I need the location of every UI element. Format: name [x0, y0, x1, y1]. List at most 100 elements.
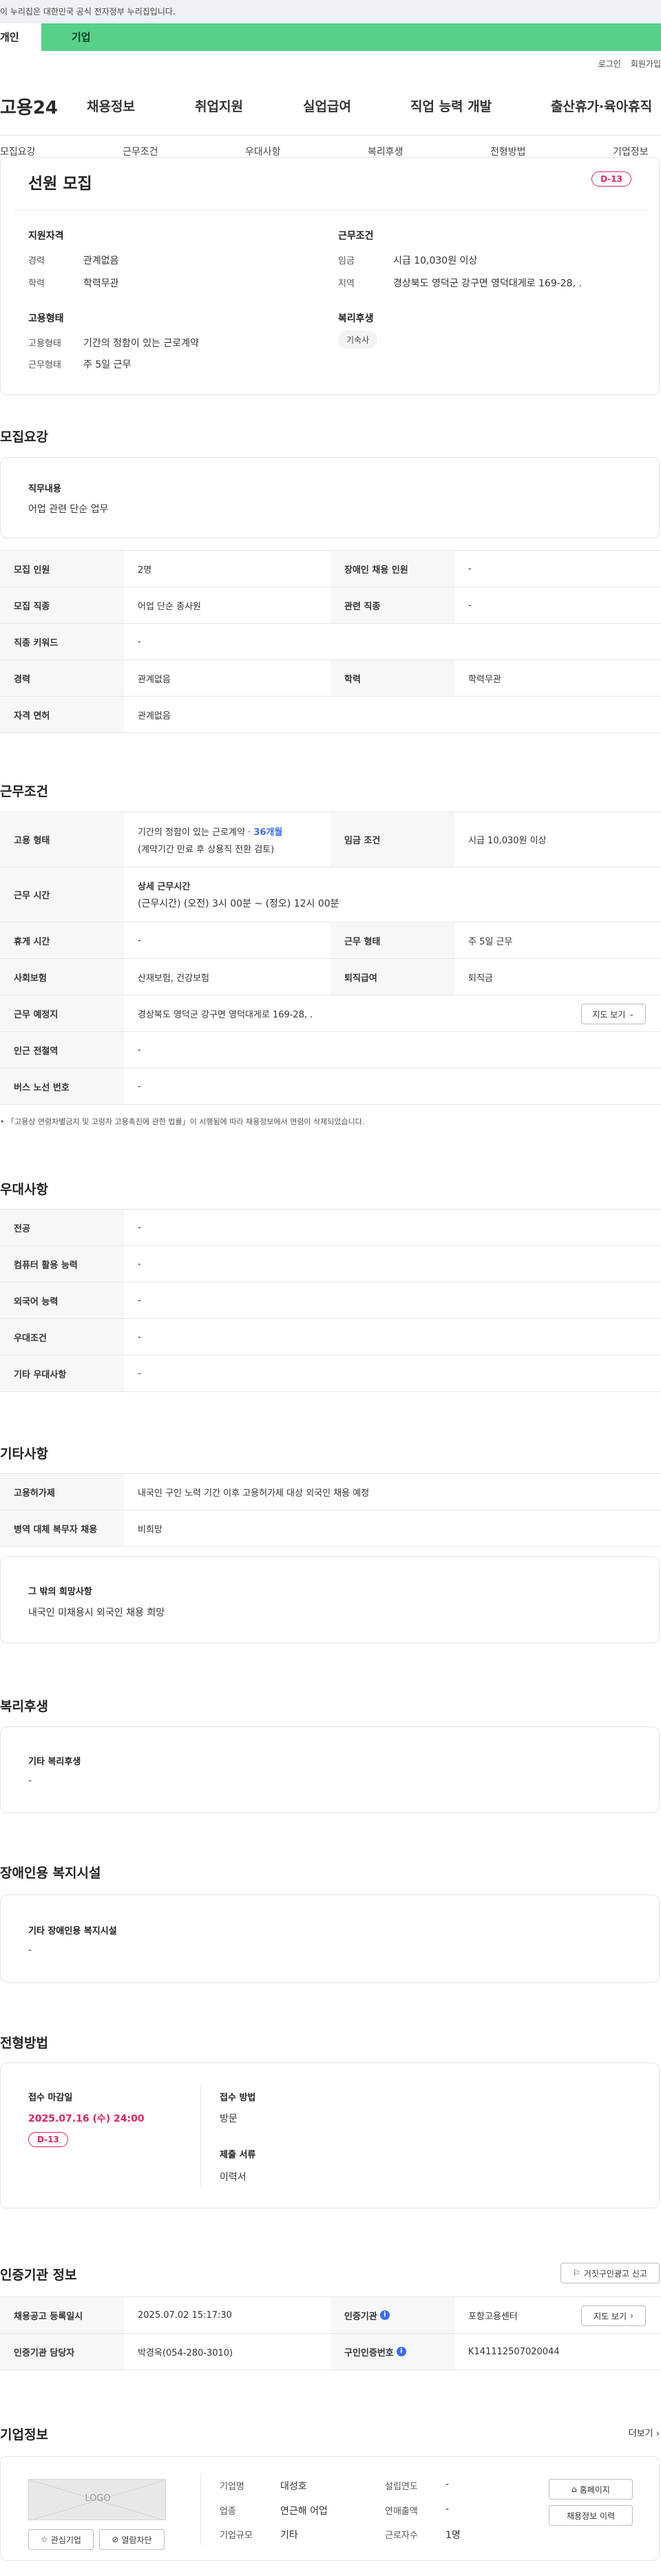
welfare-section-heading: 복리후생: [0, 1699, 48, 1714]
work-form-label: 근무형태: [28, 360, 61, 370]
place-value: 경상북도 영덕군 강구면 영덕대게로 169-28, .: [138, 1009, 313, 1020]
job-desc-card: 직무내용 어업 관련 단순 업무: [0, 457, 660, 538]
subnav-company[interactable]: 기업정보: [613, 145, 649, 158]
favorite-company-label: 관심기업: [50, 2535, 81, 2545]
pref-label: 우대조건: [0, 1319, 124, 1355]
table-row: 고용허가제 내국인 구인 노력 기간 이후 고용허가제 대상 외국인 채용 예정: [0, 1474, 661, 1510]
retire-label: 퇴직급여: [330, 959, 454, 995]
gnb-training[interactable]: 직업 능력 개발: [410, 96, 492, 115]
table-row: 모집 직종 어업 단순 종사원 관련 직종 -: [0, 587, 661, 624]
org-value: 포항고용센터: [468, 2311, 518, 2322]
wage-label: 임금 조건: [330, 812, 454, 867]
bell-icon: ⚐: [573, 2268, 580, 2278]
station-label: 인근 전철역: [0, 1032, 124, 1068]
hours-detail: (근무시간) (오전) 3시 00분 ~ (정오) 12시 00분: [138, 898, 339, 909]
license-value: 관계없음: [138, 710, 171, 721]
subnav-conditions[interactable]: 근무조건: [123, 145, 158, 158]
report-fake-ad-label: 거짓구인광고 신고: [583, 2268, 647, 2279]
dday-badge: D-13: [591, 171, 631, 187]
career-value: 관계없음: [83, 255, 119, 266]
homepage-button[interactable]: ⌂ 홈페이지: [549, 2479, 633, 2500]
docs-value: 이력서: [220, 2172, 246, 2183]
career-value: 관계없음: [138, 674, 171, 685]
break-label: 휴게 시간: [0, 922, 124, 958]
divider: [14, 210, 647, 211]
pc-value: -: [138, 1258, 141, 1269]
founded-value: -: [445, 2479, 450, 2490]
wish-card: 그 밖의 희망사항 내국인 미채용시 외국인 채용 희망: [0, 1556, 660, 1643]
block-view-button[interactable]: ⊘ 열람차단: [99, 2529, 165, 2550]
hours-cell: 상세 근무시간 (근무시간) (오전) 3시 00분 ~ (정오) 12시 00…: [124, 867, 661, 922]
signup-link[interactable]: 회원가입: [631, 59, 661, 69]
tab-company[interactable]: 기업: [72, 23, 91, 51]
wage-value: 시급 10,030원 이상: [468, 836, 547, 846]
block-icon: ⊘: [112, 2535, 119, 2544]
subnav-recruit[interactable]: 모집요강: [0, 145, 36, 158]
hours-title: 상세 근무시간: [138, 882, 191, 892]
pref-value: -: [138, 1331, 141, 1342]
company-logo-placeholder: LOGO: [28, 2479, 166, 2520]
deadline-value: 2025.07.16 (수) 24:00: [28, 2113, 145, 2124]
map-view-button[interactable]: 지도 보기 ⌄: [581, 1004, 646, 1024]
divider: [200, 2084, 201, 2188]
form-label: 근무 형태: [330, 922, 454, 958]
chevron-right-icon: ›: [655, 2429, 660, 2439]
keyword-value: -: [138, 636, 141, 647]
major-value: -: [138, 1222, 141, 1233]
wage-label: 임금: [338, 256, 355, 266]
emp-heading: 고용형태: [28, 313, 64, 324]
retire-value: 퇴직금: [468, 973, 493, 984]
info-icon[interactable]: i: [379, 2310, 390, 2320]
emp-type-cell: 기간의 정함이 있는 근로계약 · 36개월 (계약기간 만료 후 상용직 전환…: [124, 812, 330, 867]
favorite-company-button[interactable]: ☆ 관심기업: [28, 2529, 94, 2550]
table-row: 버스 노선 번호 -: [0, 1068, 661, 1105]
site-logo[interactable]: 고용24: [0, 94, 58, 119]
agency-heading: 인증기관 정보: [0, 2268, 77, 2283]
permit-label: 고용허가제: [0, 1474, 124, 1510]
company-more-link[interactable]: 더보기 ›: [629, 2426, 660, 2439]
subnav-preference[interactable]: 우대사항: [245, 145, 281, 158]
staff-label: 근로자수: [385, 2531, 418, 2541]
report-fake-ad-button[interactable]: ⚐ 거짓구인광고 신고: [560, 2263, 660, 2283]
job-history-button[interactable]: 채용정보 이력: [549, 2505, 633, 2526]
chevron-right-icon: ›: [630, 2311, 633, 2321]
subnav-process[interactable]: 전형방법: [490, 145, 526, 158]
conditions-heading: 근무조건: [0, 784, 48, 799]
job-desc-value: 어업 관련 단순 업무: [28, 504, 109, 515]
industry-label: 업종: [220, 2506, 236, 2517]
wish-value: 내국인 미채용시 외국인 채용 희망: [28, 1607, 165, 1618]
subnav-welfare[interactable]: 복리후생: [368, 145, 403, 158]
table-row: 병역 대체 복무자 채용 비희망: [0, 1510, 661, 1547]
cert-label: 구인인증번호: [344, 2347, 394, 2358]
gnb-unemployment[interactable]: 실업급여: [303, 96, 351, 115]
insurance-label: 사회보험: [0, 959, 124, 995]
tab-personal[interactable]: 개인: [0, 23, 41, 51]
company-name-label: 기업명: [220, 2482, 244, 2492]
work-form-value: 주 5일 근무: [83, 359, 132, 370]
table-row: 외국어 능력 -: [0, 1282, 661, 1319]
table-row: 자격 면허 관계없음: [0, 697, 661, 733]
lang-value: -: [138, 1295, 141, 1306]
gnb-jobs[interactable]: 채용정보: [87, 96, 135, 115]
region-value: 경상북도 영덕군 강구면 영덕대게로 169-28, .: [393, 278, 582, 289]
etc-heading: 기타사항: [0, 1446, 48, 1461]
gnb-leave[interactable]: 출산휴가·육아휴직: [551, 96, 652, 115]
gnb-employment-support[interactable]: 취업지원: [195, 96, 243, 115]
table-row: 우대조건 -: [0, 1319, 661, 1355]
sales-label: 연매출액: [385, 2506, 418, 2517]
company-more-label: 더보기: [628, 2429, 653, 2439]
table-row: 모집 인원 2명 장애인 채용 인원 -: [0, 551, 661, 587]
size-value: 기타: [280, 2530, 298, 2541]
process-heading: 전형방법: [0, 2036, 48, 2051]
agency-map-button[interactable]: 지도 보기 ›: [581, 2305, 646, 2326]
login-link[interactable]: 로그인: [598, 59, 621, 69]
form-value: 주 5일 근무: [468, 936, 513, 947]
info-icon[interactable]: i: [396, 2347, 406, 2356]
agency-map-label: 지도 보기: [594, 2311, 627, 2321]
headcount-value: 2명: [138, 564, 152, 576]
map-view-label: 지도 보기: [592, 1009, 626, 1020]
job-summary-card: 선원 모집 D-13 지원자격 경력 관계없음 학력 학력무관 고용형태 고용형…: [0, 157, 660, 395]
recruit-heading: 모집요강: [0, 430, 48, 445]
docs-label: 제출 서류: [220, 2150, 256, 2160]
permit-value: 내국인 구인 노력 기간 이후 고용허가제 대상 외국인 채용 예정: [138, 1488, 370, 1499]
